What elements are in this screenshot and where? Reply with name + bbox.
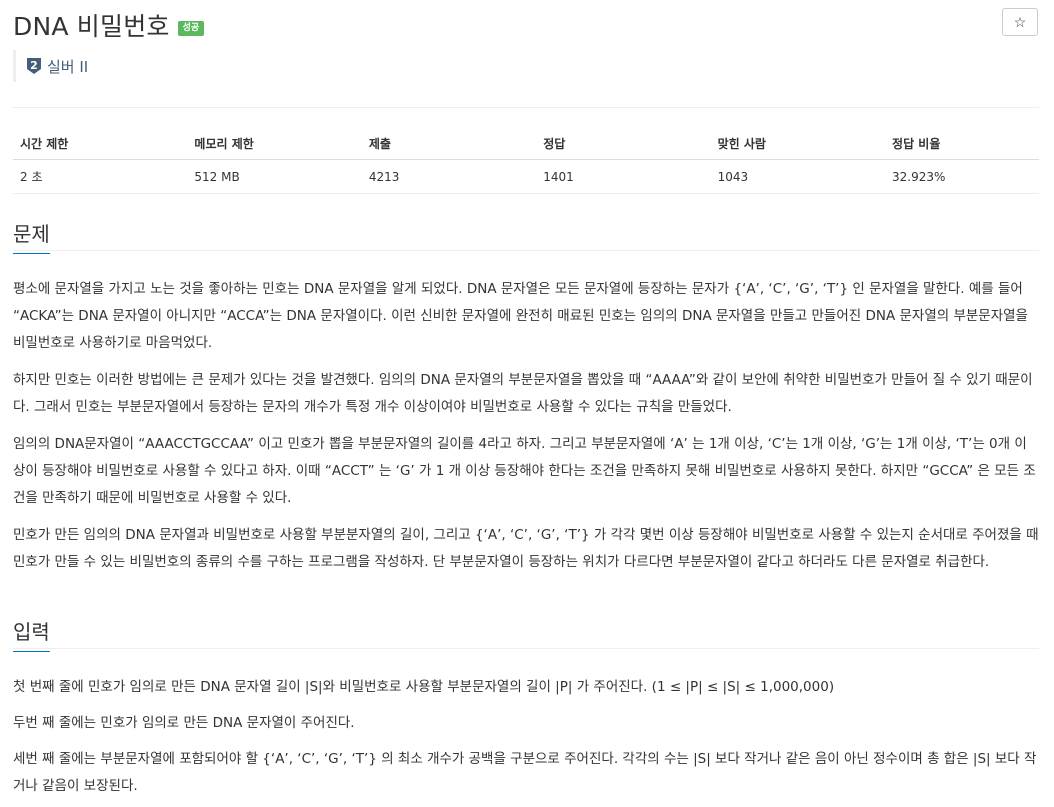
header-accepted: 정답: [536, 128, 711, 160]
solved-users-value[interactable]: 1043: [710, 159, 886, 194]
header-memory-limit: 메모리 제한: [187, 128, 362, 160]
accepted-value[interactable]: 1401: [536, 159, 711, 194]
problem-info-table: 시간 제한 메모리 제한 제출 정답 맞힌 사람 정답 비율 2 초 512 M…: [13, 128, 1039, 194]
problem-tier: 2 실버 II: [13, 50, 88, 82]
input-section: 입력 첫 번째 줄에 민호가 임의로 만든 DNA 문자열 길이 |S|와 비밀…: [13, 614, 1039, 800]
input-section-header: 입력: [13, 614, 1039, 652]
tier-link[interactable]: 실버 II: [47, 56, 88, 77]
input-paragraph: 첫 번째 줄에 민호가 임의로 만든 DNA 문자열 길이 |S|와 비밀번호로…: [13, 679, 835, 695]
description-paragraph: 평소에 문자열을 가지고 노는 것을 좋아하는 민호는 DNA 문자열을 알게 …: [13, 281, 1028, 351]
header-ratio: 정답 비율: [885, 128, 1039, 160]
star-icon: ☆: [1013, 13, 1027, 30]
problem-header: DNA 비밀번호 성공: [13, 7, 205, 43]
input-paragraph: 세번 째 줄에는 부분문자열에 포함되어야 할 {‘A’, ‘C’, ‘G’, …: [13, 751, 1037, 794]
memory-limit-value: 512 MB: [187, 159, 362, 194]
header-time-limit: 시간 제한: [13, 128, 188, 160]
star-button[interactable]: ☆: [1002, 8, 1038, 36]
submissions-value[interactable]: 4213: [361, 159, 537, 194]
header-solved-users: 맞힌 사람: [710, 128, 886, 160]
table-header-row: 시간 제한 메모리 제한 제출 정답 맞힌 사람 정답 비율: [13, 128, 1039, 160]
problem-description: 평소에 문자열을 가지고 노는 것을 좋아하는 민호는 DNA 문자열을 알게 …: [13, 276, 1039, 576]
silver-tier-icon: 2: [26, 57, 42, 75]
description-paragraph: 임의의 DNA문자열이 “AAACCTGCCAA” 이고 민호가 뽑을 부분문자…: [13, 436, 1036, 506]
section-title-input: 입력: [13, 616, 50, 652]
problem-section-header: 문제: [13, 216, 1039, 254]
table-row: 2 초 512 MB 4213 1401 1043 32.923%: [13, 159, 1039, 194]
page-title: DNA 비밀번호: [13, 12, 170, 41]
input-description: 첫 번째 줄에 민호가 임의로 만든 DNA 문자열 길이 |S|와 비밀번호로…: [13, 674, 1039, 800]
time-limit-value: 2 초: [13, 159, 188, 194]
header-submissions: 제출: [361, 128, 537, 160]
input-paragraph: 두번 째 줄에는 민호가 임의로 만든 DNA 문자열이 주어진다.: [13, 715, 355, 731]
divider: [13, 107, 1039, 108]
problem-section: 문제 평소에 문자열을 가지고 노는 것을 좋아하는 민호는 DNA 문자열을 …: [13, 216, 1039, 576]
status-badge: 성공: [177, 20, 205, 36]
ratio-value: 32.923%: [885, 159, 1039, 194]
description-paragraph: 하지만 민호는 이러한 방법에는 큰 문제가 있다는 것을 발견했다. 임의의 …: [13, 372, 1033, 415]
tier-number: 2: [30, 59, 38, 72]
section-title-problem: 문제: [13, 218, 50, 254]
description-paragraph: 민호가 만든 임의의 DNA 문자열과 비밀번호로 사용할 부분분자열의 길이,…: [13, 527, 1039, 570]
